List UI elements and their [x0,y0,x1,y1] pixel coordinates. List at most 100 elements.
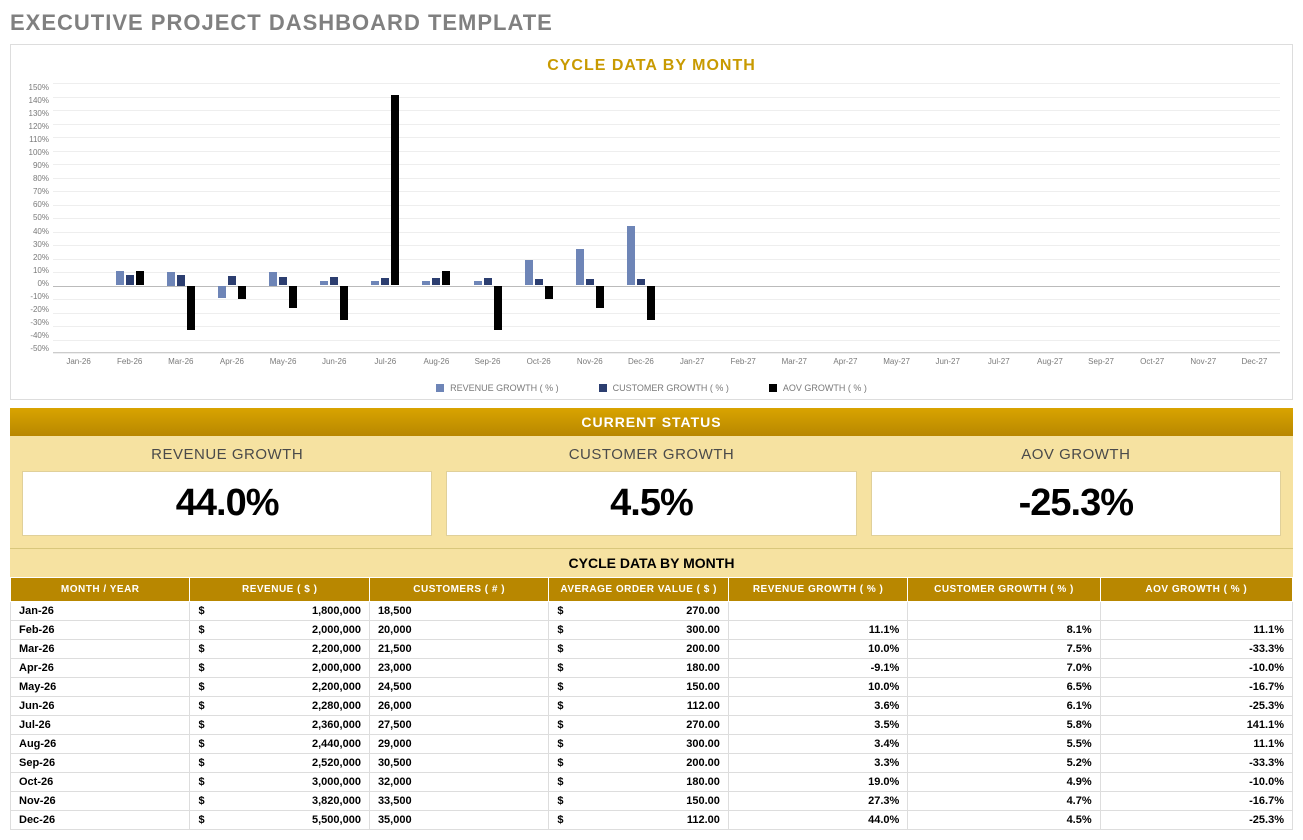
cell-ag [1100,602,1292,621]
cell-aov: $150.00 [549,678,728,697]
cell-month: Jun-26 [11,697,190,716]
y-tick: -40% [30,331,49,340]
cell-aov: $200.00 [549,640,728,659]
x-tick: Dec-26 [615,353,666,377]
cell-customers: 35,000 [369,811,548,830]
cell-cg: 7.0% [908,659,1100,678]
bar-cluster [1137,83,1167,353]
cell-rg: 10.0% [728,678,907,697]
cell-customers: 21,500 [369,640,548,659]
cell-aov: $270.00 [549,716,728,735]
cell-month: Jul-26 [11,716,190,735]
x-tick: Aug-26 [411,353,462,377]
bar-cluster [473,83,503,353]
cell-customers: 30,500 [369,754,548,773]
chart-bar [381,278,389,286]
x-tick: Sep-26 [462,353,513,377]
th-rg: REVENUE GROWTH ( % ) [728,578,907,602]
table-row: Nov-26$3,820,00033,500$150.0027.3%4.7%-1… [11,792,1293,811]
chart-bar [637,279,645,285]
cell-revenue: $3,820,000 [190,792,369,811]
cell-aov: $112.00 [549,697,728,716]
cell-ag: -33.3% [1100,640,1292,659]
legend-customer: CUSTOMER GROWTH ( % ) [599,383,729,393]
x-tick: May-27 [871,353,922,377]
cell-rg: 19.0% [728,773,907,792]
cell-ag: -25.3% [1100,811,1292,830]
y-tick: 150% [29,83,49,92]
cell-month: Apr-26 [11,659,190,678]
bar-cluster [984,83,1014,353]
cell-month: Jan-26 [11,602,190,621]
chart-bar [320,281,328,286]
cell-revenue: $2,280,000 [190,697,369,716]
status-revenue-value: 44.0% [22,471,432,536]
cell-customers: 26,000 [369,697,548,716]
cell-revenue: $2,000,000 [190,659,369,678]
y-tick: 10% [33,266,49,275]
chart-plot-area: 150%140%130%120%110%100%90%80%70%60%50%4… [23,83,1280,353]
cell-ag: -25.3% [1100,697,1292,716]
cell-customers: 23,000 [369,659,548,678]
legend-aov-label: AOV GROWTH ( % ) [783,383,867,393]
cell-cg: 7.5% [908,640,1100,659]
cell-month: Dec-26 [11,811,190,830]
y-tick: 50% [33,213,49,222]
page-title: EXECUTIVE PROJECT DASHBOARD TEMPLATE [10,10,1293,36]
cell-cg: 5.5% [908,735,1100,754]
th-customers: CUSTOMERS ( # ) [369,578,548,602]
y-tick: 90% [33,161,49,170]
x-tick: Feb-26 [104,353,155,377]
x-tick: Oct-26 [513,353,564,377]
cell-cg: 6.5% [908,678,1100,697]
cell-aov: $180.00 [549,659,728,678]
bar-cluster [319,83,349,353]
cell-customers: 24,500 [369,678,548,697]
bar-cluster [1188,83,1218,353]
table-row: Feb-26$2,000,00020,000$300.0011.1%8.1%11… [11,621,1293,640]
cell-revenue: $2,000,000 [190,621,369,640]
table-row: Jan-26$1,800,00018,500$270.00 [11,602,1293,621]
chart-bar [167,272,175,286]
y-tick: -20% [30,305,49,314]
bar-cluster [882,83,912,353]
chart-bar [126,275,134,286]
chart-y-axis: 150%140%130%120%110%100%90%80%70%60%50%4… [23,83,53,353]
cell-month: Sep-26 [11,754,190,773]
cell-ag: -33.3% [1100,754,1292,773]
cell-month: Nov-26 [11,792,190,811]
bar-cluster [115,83,145,353]
chart-bar [576,249,584,286]
cell-aov: $150.00 [549,792,728,811]
x-tick: Jun-26 [309,353,360,377]
x-tick: Nov-26 [564,353,615,377]
bar-cluster [1035,83,1065,353]
x-tick: Jul-26 [360,353,411,377]
th-aov: AVERAGE ORDER VALUE ( $ ) [549,578,728,602]
y-tick: 20% [33,253,49,262]
chart-bar [289,286,297,309]
status-aov-label: AOV GROWTH [871,446,1281,463]
bar-cluster [524,83,554,353]
x-tick: Dec-27 [1229,353,1280,377]
bar-cluster [677,83,707,353]
bar-cluster [1086,83,1116,353]
cell-rg: 3.5% [728,716,907,735]
table-row: Jul-26$2,360,00027,500$270.003.5%5.8%141… [11,716,1293,735]
th-cg: CUSTOMER GROWTH ( % ) [908,578,1100,602]
bar-cluster [64,83,94,353]
chart-bar [484,278,492,285]
chart-bar [187,286,195,331]
bar-cluster [728,83,758,353]
chart-bar [422,281,430,286]
cell-customers: 18,500 [369,602,548,621]
x-tick: Feb-27 [718,353,769,377]
chart-bar [340,286,348,320]
cell-ag: -16.7% [1100,792,1292,811]
cell-aov: $300.00 [549,621,728,640]
chart-bar [279,277,287,286]
x-tick: Oct-27 [1127,353,1178,377]
chart-title: CYCLE DATA BY MONTH [23,57,1280,75]
chart-bar [228,276,236,285]
cell-ag: 11.1% [1100,621,1292,640]
